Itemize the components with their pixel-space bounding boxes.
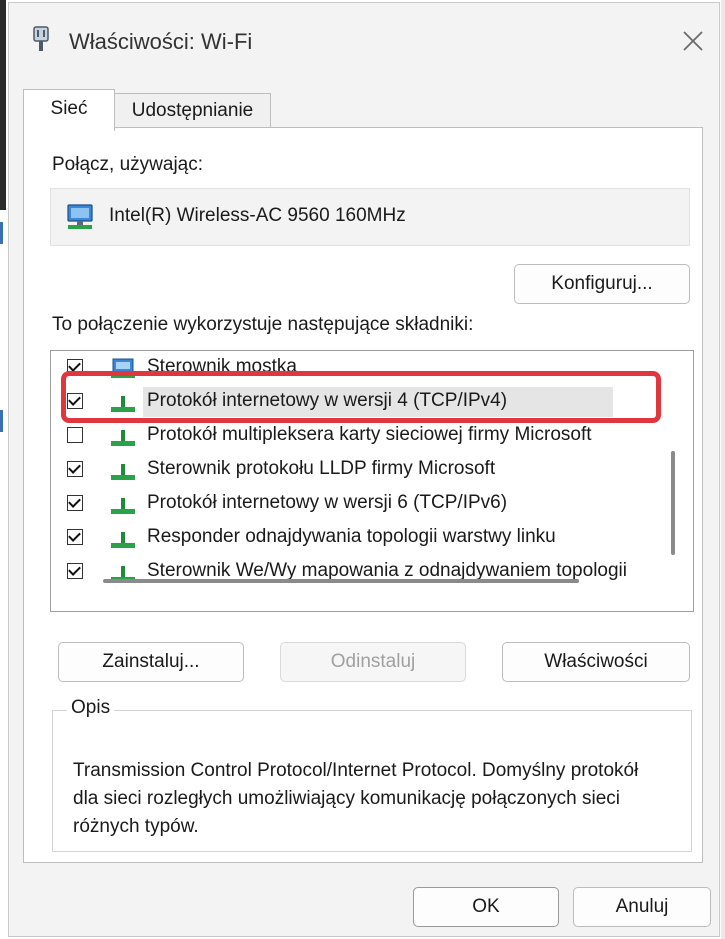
- background-window-edge: [0, 0, 8, 939]
- window-title: Właściwości: Wi-Fi: [69, 29, 253, 54]
- component-label: Protokół internetowy w wersji 4 (TCP/IPv…: [147, 390, 508, 411]
- properties-button[interactable]: Właściwości: [502, 642, 690, 682]
- protocol-icon: [111, 464, 135, 480]
- component-checkbox[interactable]: [67, 359, 83, 375]
- adapter-box: Intel(R) Wireless-AC 9560 160MHz: [50, 188, 690, 246]
- ok-button[interactable]: OK: [413, 887, 559, 927]
- description-text: Transmission Control Protocol/Internet P…: [73, 760, 639, 837]
- list-item[interactable]: Protokół internetowy w wersji 6 (TCP/IPv…: [51, 487, 693, 521]
- tab-network[interactable]: Sieć: [23, 89, 115, 131]
- horizontal-scrollbar[interactable]: [103, 579, 579, 583]
- cancel-button[interactable]: Anuluj: [573, 887, 711, 927]
- list-item[interactable]: Responder odnajdywania topologii warstwy…: [51, 521, 693, 555]
- component-checkbox[interactable]: [67, 529, 83, 545]
- uninstall-button[interactable]: Odinstaluj: [280, 642, 466, 682]
- background-blue-mark: [0, 222, 3, 244]
- background-window-edge-right: [721, 0, 725, 939]
- adapter-name: Intel(R) Wireless-AC 9560 160MHz: [109, 205, 406, 226]
- connect-using-label: Połącz, używając:: [52, 154, 204, 175]
- list-item[interactable]: Protokół multipleksera karty sieciowej f…: [51, 419, 693, 453]
- component-label: Protokół internetowy w wersji 6 (TCP/IPv…: [147, 492, 508, 513]
- protocol-icon: [111, 430, 135, 446]
- protocol-icon: [111, 396, 135, 412]
- component-checkbox[interactable]: [67, 427, 83, 443]
- description-legend: Opis: [67, 697, 115, 719]
- list-item[interactable]: Sterownik We/Wy mapowania z odnajdywanie…: [51, 555, 693, 589]
- component-checkbox[interactable]: [67, 495, 83, 511]
- configure-button[interactable]: Konfiguruj...: [514, 264, 690, 304]
- list-item[interactable]: Sterownik mostka: [51, 351, 693, 385]
- background-blue-mark: [0, 410, 3, 432]
- component-label: Responder odnajdywania topologii warstwy…: [147, 526, 556, 547]
- component-label: Sterownik mostka: [147, 356, 297, 377]
- components-label: To połączenie wykorzystuje następujące s…: [52, 314, 474, 335]
- bridge-driver-icon: [111, 358, 135, 378]
- title-bar[interactable]: Właściwości: Wi-Fi: [9, 3, 719, 87]
- tab-sharing[interactable]: Udostępnianie: [115, 93, 271, 129]
- component-label: Sterownik protokołu LLDP firmy Microsoft: [147, 458, 496, 479]
- protocol-icon: [111, 498, 135, 514]
- network-adapter-icon: [67, 204, 93, 229]
- list-item[interactable]: Protokół internetowy w wersji 4 (TCP/IPv…: [51, 385, 693, 419]
- close-icon[interactable]: [675, 23, 711, 59]
- list-item[interactable]: Sterownik protokołu LLDP firmy Microsoft: [51, 453, 693, 487]
- install-button[interactable]: Zainstaluj...: [58, 642, 244, 682]
- network-plug-icon: [33, 26, 49, 51]
- components-list[interactable]: Sterownik mostka Protokół internetowy w …: [50, 350, 694, 612]
- component-checkbox[interactable]: [67, 393, 83, 409]
- component-checkbox[interactable]: [67, 563, 83, 579]
- network-tab-panel: Połącz, używając: Intel(R) Wireless-AC 9…: [23, 127, 703, 863]
- description-group: Opis Transmission Control Protocol/Inter…: [52, 697, 692, 852]
- vertical-scrollbar[interactable]: [671, 451, 675, 555]
- protocol-icon: [111, 532, 135, 548]
- component-checkbox[interactable]: [67, 461, 83, 477]
- properties-dialog: Właściwości: Wi-Fi Sieć Udostępnianie Po…: [8, 2, 720, 937]
- background-window-bar: [0, 0, 6, 210]
- component-label: Protokół multipleksera karty sieciowej f…: [147, 424, 592, 445]
